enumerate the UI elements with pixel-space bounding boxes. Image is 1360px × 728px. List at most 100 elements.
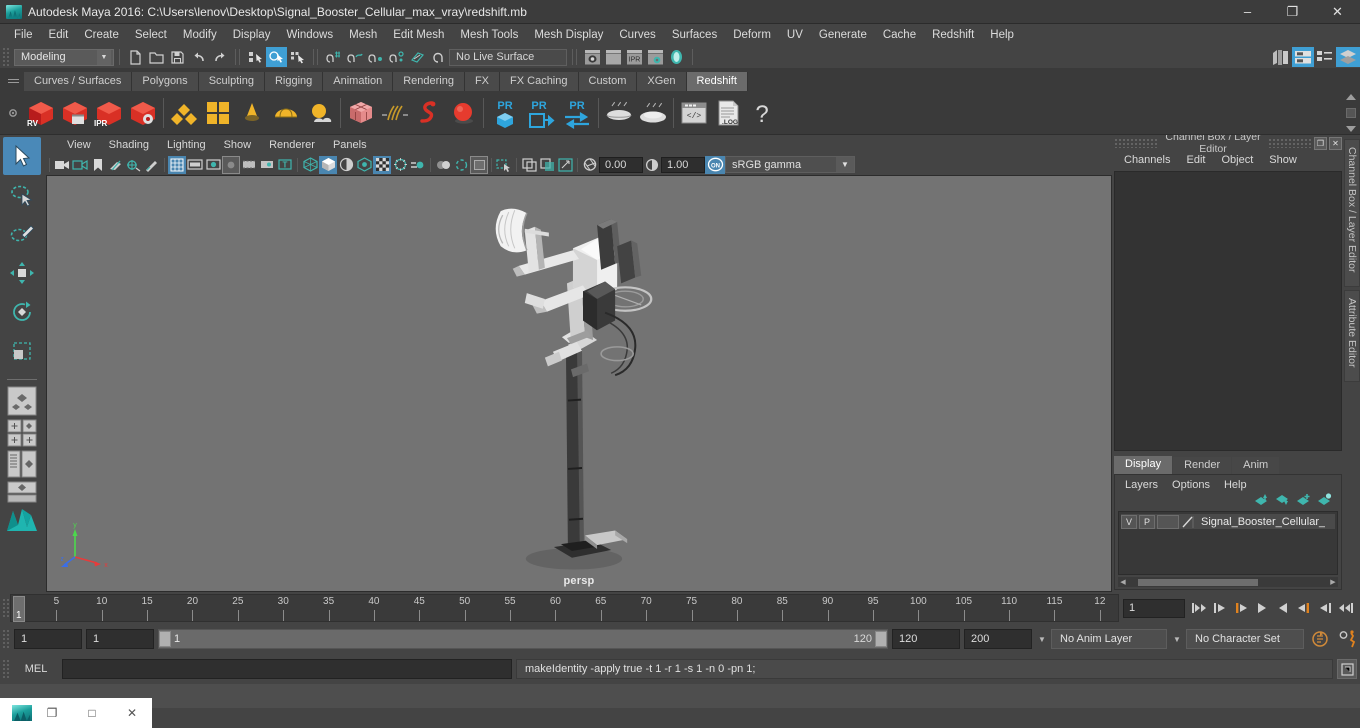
time-slider[interactable]: 5 10 15 20 25 30 35 40 45 50 55 60 65 70 75 80 85 90 95 100… bbox=[10, 594, 1119, 622]
viewport-menu-shading[interactable]: Shading bbox=[100, 137, 158, 154]
redshift-hair-icon[interactable] bbox=[378, 96, 412, 130]
tear-off-panel-icon[interactable] bbox=[538, 156, 556, 174]
grid-icon[interactable] bbox=[168, 155, 186, 174]
shelf-tab-sculpting[interactable]: Sculpting bbox=[198, 72, 265, 91]
redshift-render-sequence-icon[interactable] bbox=[58, 96, 92, 130]
single-perspective-layout[interactable] bbox=[5, 386, 39, 416]
move-tool[interactable] bbox=[3, 254, 41, 292]
wireframe-icon[interactable] bbox=[301, 156, 319, 174]
scroll-left-icon[interactable]: ◀ bbox=[1118, 578, 1128, 586]
redshift-render-settings-icon[interactable] bbox=[126, 96, 160, 130]
range-end-handle[interactable] bbox=[875, 631, 887, 647]
toggle-sidebar-icon[interactable] bbox=[1270, 47, 1292, 67]
grease-pencil-icon[interactable] bbox=[143, 156, 161, 174]
maximize-button[interactable]: ❐ bbox=[1270, 0, 1315, 24]
hypershade-persp-layout[interactable] bbox=[5, 481, 39, 503]
render-current-frame-icon[interactable] bbox=[582, 47, 603, 67]
scroll-right-icon[interactable]: ▶ bbox=[1328, 578, 1338, 586]
ipr-render-icon[interactable]: IPR bbox=[624, 47, 645, 67]
close-button[interactable]: ✕ bbox=[1315, 0, 1360, 24]
menu-generate[interactable]: Generate bbox=[811, 24, 875, 46]
character-set-field[interactable]: No Character Set bbox=[1186, 629, 1304, 649]
menu-modify[interactable]: Modify bbox=[175, 24, 225, 46]
anim-layer-field[interactable]: No Anim Layer bbox=[1051, 629, 1167, 649]
layer-horizontal-scrollbar[interactable]: ◀ ▶ bbox=[1118, 577, 1338, 587]
channel-box-menu-edit[interactable]: Edit bbox=[1178, 154, 1213, 166]
play-forwards-icon[interactable] bbox=[1273, 597, 1293, 619]
layer-name[interactable]: Signal_Booster_Cellular_ bbox=[1197, 516, 1325, 528]
snap-to-view-planes-icon[interactable] bbox=[407, 47, 428, 67]
snap-to-curve-icon[interactable] bbox=[344, 47, 365, 67]
marquee-select-icon[interactable] bbox=[495, 156, 513, 174]
step-back-keyframe-icon[interactable] bbox=[1210, 597, 1230, 619]
lasso-select-tool[interactable] bbox=[3, 176, 41, 214]
redshift-bake-all-icon[interactable] bbox=[636, 96, 670, 130]
go-to-end-icon[interactable] bbox=[1336, 597, 1356, 619]
menu-set-selector[interactable]: Modeling ▼ bbox=[14, 48, 114, 66]
channel-box-attribute-list[interactable] bbox=[1114, 171, 1342, 451]
menu-deform[interactable]: Deform bbox=[725, 24, 779, 46]
redshift-dome-light-icon[interactable] bbox=[269, 96, 303, 130]
range-end-field[interactable]: 120 bbox=[892, 629, 960, 649]
close-window-button[interactable]: ✕ bbox=[112, 706, 152, 720]
viewport-menu-view[interactable]: View bbox=[58, 137, 100, 154]
redshift-bake-icon[interactable] bbox=[602, 96, 636, 130]
copy-panel-icon[interactable] bbox=[520, 156, 538, 174]
undo-icon[interactable] bbox=[188, 47, 209, 67]
redshift-proxy-swap-icon[interactable]: PR bbox=[559, 96, 595, 130]
select-camera-icon[interactable] bbox=[53, 156, 71, 174]
menu-redshift[interactable]: Redshift bbox=[924, 24, 982, 46]
layer-visibility-toggle[interactable]: V bbox=[1121, 514, 1137, 529]
select-by-object-type-icon[interactable] bbox=[266, 47, 287, 67]
panel-grip[interactable] bbox=[1114, 138, 1158, 148]
play-backwards-icon[interactable] bbox=[1252, 597, 1272, 619]
menu-curves[interactable]: Curves bbox=[611, 24, 663, 46]
panel-zoom-icon[interactable] bbox=[556, 156, 574, 174]
smooth-shade-icon[interactable] bbox=[319, 155, 337, 174]
step-back-frame-icon[interactable] bbox=[1231, 597, 1251, 619]
scale-tool[interactable] bbox=[3, 332, 41, 370]
menu-select[interactable]: Select bbox=[127, 24, 175, 46]
redshift-script-editor-icon[interactable]: </> bbox=[677, 96, 711, 130]
range-start-field[interactable]: 1 bbox=[86, 629, 154, 649]
range-bar[interactable]: 1 120 bbox=[158, 629, 888, 649]
menu-edit-mesh[interactable]: Edit Mesh bbox=[385, 24, 452, 46]
shelf-tab-fx[interactable]: FX bbox=[464, 72, 501, 91]
camera-attributes-icon[interactable] bbox=[71, 156, 89, 174]
viewport-menu-renderer[interactable]: Renderer bbox=[260, 137, 324, 154]
status-line-grip[interactable] bbox=[2, 47, 10, 67]
menu-edit[interactable]: Edit bbox=[41, 24, 77, 46]
channel-box-icon[interactable] bbox=[1336, 47, 1360, 67]
isolate-select-icon[interactable] bbox=[452, 156, 470, 174]
shelf-scroll-up-icon[interactable] bbox=[1346, 94, 1356, 100]
menu-file[interactable]: File bbox=[6, 24, 41, 46]
tool-settings-icon[interactable] bbox=[1314, 47, 1336, 67]
bookmark-icon[interactable] bbox=[89, 156, 107, 174]
snap-to-point-icon[interactable] bbox=[365, 47, 386, 67]
select-tool[interactable] bbox=[3, 137, 41, 175]
redshift-sun-sky-icon[interactable] bbox=[303, 96, 337, 130]
shelf-tab-fx-caching[interactable]: FX Caching bbox=[500, 72, 579, 91]
menu-display[interactable]: Display bbox=[225, 24, 279, 46]
time-slider-playhead[interactable]: 1 bbox=[13, 596, 25, 622]
redshift-ipr-icon[interactable]: IPR bbox=[92, 96, 126, 130]
menu-cache[interactable]: Cache bbox=[875, 24, 924, 46]
layer-list[interactable]: V P Signal_Booster_Cellular_ bbox=[1118, 511, 1338, 575]
two-d-pan-zoom-icon[interactable] bbox=[125, 156, 143, 174]
open-scene-icon[interactable] bbox=[146, 47, 167, 67]
redshift-help-icon[interactable]: ? bbox=[745, 96, 779, 130]
redshift-render-view-icon[interactable]: RV bbox=[24, 96, 58, 130]
resolution-gate-icon[interactable] bbox=[204, 156, 222, 174]
gamma-icon[interactable] bbox=[643, 156, 661, 174]
ambient-occlusion-icon[interactable] bbox=[391, 156, 409, 174]
multisample-icon[interactable] bbox=[434, 156, 452, 174]
shaded-textured-icon[interactable] bbox=[337, 156, 355, 174]
film-gate-icon[interactable] bbox=[186, 156, 204, 174]
redshift-proxy-export-icon[interactable]: PR bbox=[523, 96, 559, 130]
minimize-button[interactable]: – bbox=[1225, 0, 1270, 24]
viewport-menu-panels[interactable]: Panels bbox=[324, 137, 376, 154]
redshift-log-icon[interactable]: .LOG bbox=[711, 96, 745, 130]
shelf-tab-polygons[interactable]: Polygons bbox=[132, 72, 199, 91]
layer-menu-options[interactable]: Options bbox=[1165, 479, 1217, 491]
color-profile-selector[interactable]: sRGB gamma ▼ bbox=[725, 156, 855, 173]
